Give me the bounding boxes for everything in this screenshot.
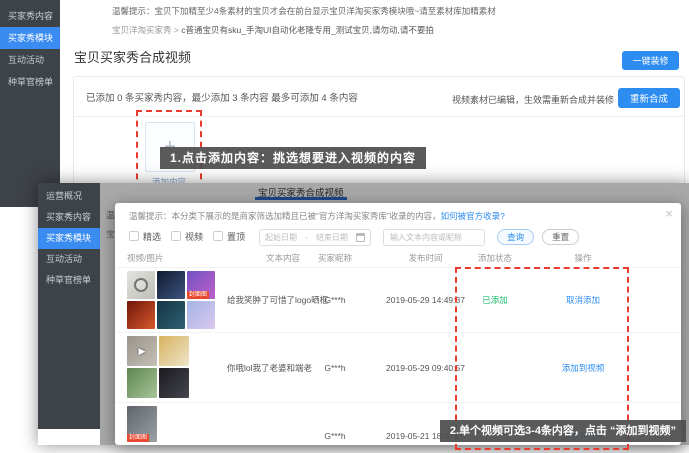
- one-click-decorate-button[interactable]: 一键装修: [622, 51, 679, 70]
- checkbox-label: 精选: [143, 230, 161, 243]
- thumbnail[interactable]: [127, 271, 155, 299]
- cover-badge: 封面图: [187, 291, 209, 299]
- modal-notice-text: 温馨提示：本分类下展示的是商家筛选加精且已被“官方洋淘买家秀库”收录的内容，: [129, 211, 441, 221]
- checkbox-label: 置顶: [227, 230, 245, 243]
- sidebar-item[interactable]: 买家秀模块: [0, 27, 60, 49]
- reset-button[interactable]: 重置: [542, 229, 579, 245]
- recompose-button[interactable]: 重新合成: [618, 88, 680, 108]
- filter-checkbox[interactable]: 精选: [129, 230, 161, 243]
- notice-text: 温馨提示：宝贝下加精至少4条素材的宝贝才会在前台显示宝贝洋淘买家秀模块哦~请至素…: [112, 5, 496, 17]
- annotation-step1-tooltip: 1.点击添加内容：挑选想要进入视频的内容: [160, 147, 426, 169]
- breadcrumb-parent[interactable]: 宝贝洋淘买家秀: [112, 25, 172, 35]
- thumbnail[interactable]: [127, 368, 157, 398]
- sidebar-item[interactable]: 买家秀内容: [0, 5, 60, 27]
- sidebar: 运营概况买家秀内容买家秀模块互动活动种草官榜单: [38, 183, 100, 429]
- buyer-nick: G***h: [305, 363, 365, 373]
- buyer-nick: G***h: [305, 295, 365, 305]
- thumbnail-grid: ▶: [127, 336, 189, 398]
- date-range-input[interactable]: 起始日期 - 结束日期: [259, 229, 371, 246]
- sidebar-item[interactable]: 运营概况: [38, 186, 100, 207]
- thumbnail-grid: 封面图: [127, 406, 157, 442]
- sidebar: 买家秀内容买家秀模块互动活动种草官榜单: [0, 0, 60, 207]
- video-play-icon: ▶: [127, 336, 157, 366]
- search-input[interactable]: 输入文本内容或昵称: [383, 229, 485, 246]
- sidebar-item[interactable]: 种草官榜单: [0, 71, 60, 93]
- date-start-placeholder: 起始日期: [265, 232, 297, 243]
- video-play-icon: [134, 278, 148, 292]
- sidebar-item[interactable]: 种草官榜单: [38, 270, 100, 291]
- calendar-icon: [356, 233, 365, 242]
- thumbnail[interactable]: 封面图: [127, 406, 157, 442]
- filter-checkboxes: 精选 视频 置顶: [129, 228, 255, 246]
- thumbnail[interactable]: ▶: [127, 336, 157, 366]
- column-header: 买家昵称: [305, 252, 365, 264]
- breadcrumb: 宝贝洋淘买家秀 > c普通宝贝有sku_手淘UI自动化老隆专用_测试宝贝,请勿动…: [112, 24, 434, 36]
- added-count-text: 已添加 0 条买家秀内容，最少添加 3 条内容 最多可添加 4 条内容: [86, 90, 358, 104]
- breadcrumb-separator: >: [174, 25, 179, 35]
- filter-checkbox[interactable]: 置顶: [213, 230, 245, 243]
- cover-badge: 封面图: [127, 434, 149, 442]
- thumbnail-grid: 封面图: [127, 271, 215, 329]
- date-separator: -: [305, 233, 308, 242]
- checkbox-box: [213, 231, 223, 241]
- sidebar-item[interactable]: 互动活动: [0, 49, 60, 71]
- official-include-link[interactable]: 如何被官方收录?: [441, 211, 505, 221]
- column-header: 添加状态: [460, 252, 530, 264]
- thumbnail[interactable]: [157, 301, 185, 329]
- column-header: 操作: [543, 252, 623, 264]
- column-header: 视频/图片: [127, 252, 219, 264]
- sidebar-item[interactable]: 买家秀模块: [38, 228, 100, 249]
- thumbnail[interactable]: [159, 368, 189, 398]
- sidebar-item[interactable]: 买家秀内容: [38, 207, 100, 228]
- buyer-nick: G***h: [305, 431, 365, 441]
- breadcrumb-current: c普通宝贝有sku_手淘UI自动化老隆专用_测试宝贝,请勿动,请不要拍: [181, 25, 434, 35]
- filter-bar: 精选 视频 置顶 起始日期 - 结束日期 输入文本内容或昵称 查询 重置: [129, 228, 579, 246]
- sidebar-item[interactable]: 互动活动: [38, 249, 100, 270]
- annotation-step2-tooltip: 2.单个视频可选3-4条内容，点击 “添加到视频”: [440, 420, 686, 442]
- checkbox-box: [129, 231, 139, 241]
- modal-notice: 温馨提示：本分类下展示的是商家筛选加精且已被“官方洋淘买家秀库”收录的内容，如何…: [129, 210, 505, 222]
- search-placeholder: 输入文本内容或昵称: [390, 232, 462, 243]
- checkbox-label: 视频: [185, 230, 203, 243]
- page-title: 宝贝买家秀合成视频: [74, 47, 191, 66]
- date-end-placeholder: 结束日期: [316, 232, 348, 243]
- table-header: 视频/图片文本内容买家昵称发布时间添加状态操作: [115, 252, 681, 266]
- checkbox-box: [171, 231, 181, 241]
- close-icon[interactable]: ×: [665, 206, 673, 221]
- edit-status-text: 视频素材已编辑，生效需重新合成并装修: [452, 93, 614, 106]
- query-button[interactable]: 查询: [497, 229, 534, 245]
- thumbnail[interactable]: 封面图: [187, 271, 215, 299]
- thumbnail[interactable]: [157, 271, 185, 299]
- thumbnail[interactable]: [159, 336, 189, 366]
- thumbnail[interactable]: [127, 301, 155, 329]
- thumbnail[interactable]: [187, 301, 215, 329]
- filter-checkbox[interactable]: 视频: [171, 230, 203, 243]
